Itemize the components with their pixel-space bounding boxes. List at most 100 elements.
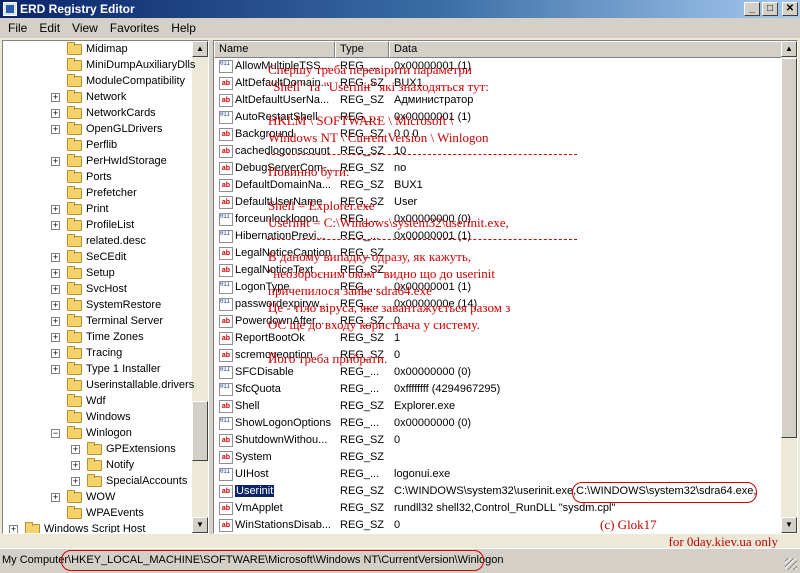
tree-item-label: PerHwIdStorage [86,155,167,167]
tree-item-label: OpenGLDrivers [86,123,163,135]
maximize-button[interactable]: □ [762,2,778,16]
expand-icon[interactable]: + [51,365,60,374]
minimize-button[interactable]: _ [744,2,760,16]
annotation-line: Це - тіло віруса, яке завантажується раз… [268,300,511,315]
expand-icon[interactable]: + [51,93,60,102]
binary-value-icon: 011 110 [219,298,233,311]
column-header-type[interactable]: Type [335,41,389,58]
tree-item[interactable]: + SvcHost [3,281,191,297]
tree-item[interactable]: Midimap [3,41,191,57]
scroll-up-arrow-icon[interactable]: ▲ [781,41,797,57]
column-header-data[interactable]: Data [389,41,782,58]
value-data: rundll32 shell32,Control_RunDLL "sysdm.c… [394,502,616,514]
expand-icon[interactable]: + [51,269,60,278]
scroll-up-arrow-icon[interactable]: ▲ [192,41,208,57]
tree-item[interactable]: + Type 1 Installer [3,361,191,377]
scroll-down-arrow-icon[interactable]: ▼ [781,517,797,533]
expand-icon[interactable]: + [71,477,80,486]
folder-icon [67,314,82,327]
tree-item[interactable]: + Time Zones [3,329,191,345]
list-vertical-scrollbar[interactable]: ▲ ▼ [781,41,797,533]
list-row[interactable]: 011 110UIHost REG_... logonui.exe [214,466,782,483]
registry-tree[interactable]: ▲ ▼ Midimap MiniDumpAuxiliaryDlls ModuleCo… [2,40,209,534]
expand-icon[interactable]: + [51,205,60,214]
tree-item[interactable]: + SystemRestore [3,297,191,313]
expand-icon[interactable]: + [51,221,60,230]
tree-item[interactable]: Ports [3,169,191,185]
status-root: My Computer [2,554,69,566]
tree-item[interactable]: + GPExtensions [3,441,191,457]
tree-item[interactable]: WPAEvents [3,505,191,521]
list-scroll-thumb[interactable] [781,58,797,438]
tree-item[interactable]: + Terminal Server [3,313,191,329]
value-name: WinStationsDisab... [235,519,331,531]
tree-item[interactable]: + SpecialAccounts [3,473,191,489]
annotation-line: "неозброєним оком" видно що до userinit [268,266,495,281]
tree-item[interactable]: + Notify [3,457,191,473]
list-row[interactable]: ab Userinit REG_SZ C:\WINDOWS\system32\user… [214,483,782,500]
tree-item-label: Perflib [86,139,118,151]
string-value-icon: ab [219,145,233,158]
tree-vertical-scrollbar[interactable]: ▲ ▼ [192,41,208,533]
tree-item-label: Setup [86,267,115,279]
annotation-separator [267,239,577,240]
tree-item[interactable]: + Windows Script Host [3,521,191,533]
tree-item[interactable]: Prefetcher [3,185,191,201]
tree-item[interactable]: + Print [3,201,191,217]
expand-icon[interactable]: + [51,109,60,118]
annotation-separator [267,154,577,155]
tree-item[interactable]: + NetworkCards [3,105,191,121]
list-row[interactable]: 011 110SfcQuota REG_... 0xffffffff (429496… [214,381,782,398]
menu-view[interactable]: View [66,21,104,35]
tree-item[interactable]: related.desc [3,233,191,249]
scroll-down-arrow-icon[interactable]: ▼ [192,517,208,533]
string-value-icon: ab [219,315,233,328]
tree-item[interactable]: Perflib [3,137,191,153]
tree-item[interactable]: + Tracing [3,345,191,361]
expand-icon[interactable]: + [51,253,60,262]
tree-item-label: ProfileList [86,219,135,231]
expand-icon[interactable]: + [9,525,18,533]
tree-item[interactable]: + Setup [3,265,191,281]
menu-edit[interactable]: Edit [33,21,66,35]
tree-item[interactable]: + OpenGLDrivers [3,121,191,137]
menu-help[interactable]: Help [165,21,202,35]
expand-icon[interactable]: + [51,333,60,342]
tree-item[interactable]: Wdf [3,393,191,409]
folder-icon [67,90,82,103]
value-name-cell: Userinit [235,483,335,500]
tree-item[interactable]: ModuleCompatibility [3,73,191,89]
annotation-line: Shell = Explorer.exe [268,198,375,213]
expand-icon[interactable]: + [51,301,60,310]
expand-icon[interactable]: + [71,445,80,454]
tree-item[interactable]: Windows [3,409,191,425]
folder-icon [87,442,102,455]
list-row[interactable]: ab VmApplet REG_SZ rundll32 shell32,Control… [214,500,782,517]
expand-icon[interactable]: + [51,285,60,294]
list-row[interactable]: ab System REG_SZ [214,449,782,466]
tree-item[interactable]: + PerHwIdStorage [3,153,191,169]
tree-item[interactable]: MiniDumpAuxiliaryDlls [3,57,195,73]
tree-scroll-thumb[interactable] [192,401,208,461]
tree-item[interactable]: + WOW [3,489,191,505]
expand-icon[interactable]: + [51,317,60,326]
tree-item[interactable]: + SeCEdit [3,249,191,265]
list-row[interactable]: 011 110ShowLogonOptions REG_... 0x00000000… [214,415,782,432]
expand-icon[interactable]: + [71,461,80,470]
expand-icon[interactable]: + [51,157,60,166]
resize-grip-icon[interactable] [785,558,797,570]
list-row[interactable]: ab Shell REG_SZ Explorer.exe [214,398,782,415]
expand-icon[interactable]: + [51,493,60,502]
tree-item[interactable]: Userinstallable.drivers [3,377,194,393]
tree-item[interactable]: + Network [3,89,191,105]
column-header-name[interactable]: Name [214,41,335,58]
expand-icon[interactable]: + [51,349,60,358]
expand-icon[interactable]: + [51,125,60,134]
menu-file[interactable]: File [2,21,33,35]
close-button[interactable]: ✕ [782,2,798,16]
collapse-icon[interactable]: − [51,429,60,438]
tree-item[interactable]: + ProfileList [3,217,191,233]
tree-item[interactable]: − Winlogon [3,425,191,441]
menu-favorites[interactable]: Favorites [104,21,165,35]
list-row[interactable]: ab ShutdownWithou... REG_SZ 0 [214,432,782,449]
